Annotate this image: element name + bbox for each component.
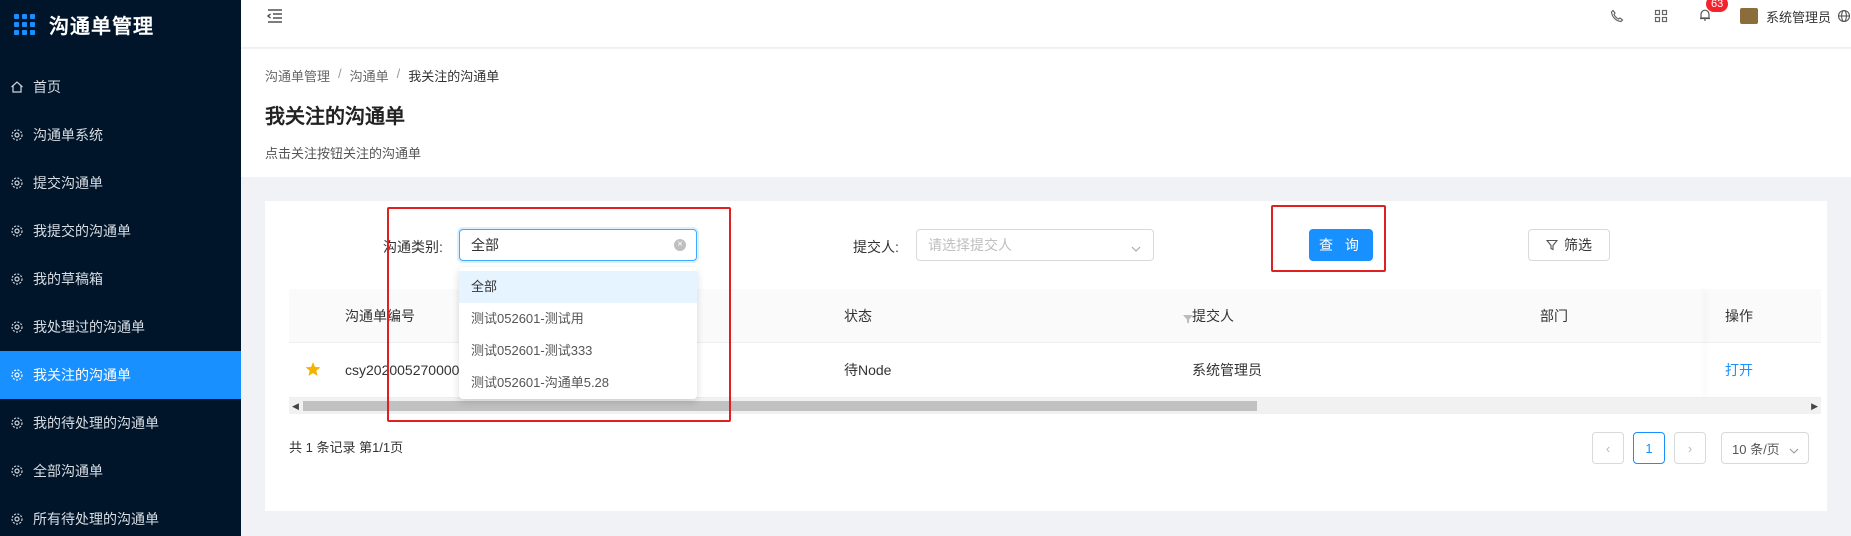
gear-icon [10, 272, 24, 286]
open-link[interactable]: 打开 [1725, 360, 1753, 380]
user-name[interactable]: 系统管理员 [1766, 7, 1831, 26]
gear-icon [10, 512, 24, 526]
breadcrumb-item[interactable]: 沟通单 [350, 66, 389, 85]
chevron-left-icon: ‹ [1605, 440, 1611, 456]
submitter-label: 提交人: [853, 239, 899, 255]
page-size-select[interactable]: 10 条/页 [1721, 432, 1809, 464]
app-title: 沟通单管理 [49, 15, 154, 38]
sidebar: 沟通单管理 首页 沟通单系统 提交沟通单 我提交的沟通单 我的草稿箱 我处理过的… [0, 0, 241, 536]
horizontal-scrollbar[interactable]: ◀ ▶ [289, 398, 1821, 414]
apps-grid-icon [14, 13, 35, 35]
page-size-value: 10 条/页 [1732, 441, 1780, 457]
dropdown-option[interactable]: 测试052601-沟通单5.28 [459, 367, 697, 399]
breadcrumb-separator: / [338, 66, 342, 81]
header-actions: 63 系统管理员 [1610, 0, 1851, 32]
sidebar-item-label: 沟通单系统 [33, 127, 103, 143]
chevron-down-icon [1789, 444, 1799, 454]
sidebar-menu: 首页 沟通单系统 提交沟通单 我提交的沟通单 我的草稿箱 我处理过的沟通单 我关… [0, 63, 241, 536]
sidebar-item-all[interactable]: 全部沟通单 [0, 447, 241, 495]
dropdown-option[interactable]: 测试052601-测试用 [459, 303, 697, 335]
sidebar-item-label: 我的草稿箱 [33, 271, 103, 287]
chevron-right-icon: › [1687, 440, 1693, 456]
notification-bell[interactable]: 63 [1698, 0, 1729, 25]
top-header: 63 系统管理员 [241, 0, 1851, 48]
breadcrumb-item[interactable]: 沟通单管理 [265, 66, 330, 85]
sidebar-item-label: 提交沟通单 [33, 175, 103, 191]
gear-icon [10, 224, 24, 238]
sidebar-item-home[interactable]: 首页 [0, 63, 241, 111]
page-title: 我关注的沟通单 [265, 106, 405, 128]
phone-icon[interactable] [1610, 9, 1624, 23]
page-header: 沟通单管理 / 沟通单 / 我关注的沟通单 我关注的沟通单 点击关注按钮关注的沟… [241, 49, 1851, 177]
chevron-down-icon [1131, 241, 1141, 252]
sidebar-item-drafts[interactable]: 我的草稿箱 [0, 255, 241, 303]
sidebar-item-submit[interactable]: 提交沟通单 [0, 159, 241, 207]
dropdown-option[interactable]: 全部 [459, 271, 697, 303]
sidebar-item-processed[interactable]: 我处理过的沟通单 [0, 303, 241, 351]
filter-icon [1546, 239, 1558, 251]
scroll-right-arrow-icon[interactable]: ▶ [1811, 401, 1818, 412]
submitter-select[interactable]: 请选择提交人 [916, 229, 1154, 261]
next-page-button[interactable]: › [1674, 432, 1706, 464]
gear-icon [10, 416, 24, 430]
filter-button-label: 筛选 [1564, 237, 1592, 253]
globe-icon[interactable] [1837, 9, 1851, 23]
grid-icon[interactable] [1654, 9, 1668, 23]
column-header-status: 状态 [844, 307, 872, 324]
column-header-id: 沟通单编号 [345, 307, 415, 324]
sidebar-item-all-pending[interactable]: 所有待处理的沟通单 [0, 495, 241, 536]
category-select-value: 全部 [471, 237, 499, 253]
sidebar-item-label: 我的待处理的沟通单 [33, 415, 159, 431]
sidebar-item-label: 首页 [33, 79, 61, 95]
sidebar-item-followed[interactable]: 我关注的沟通单 [0, 351, 241, 399]
breadcrumb-separator: / [396, 66, 401, 81]
category-dropdown: 全部 测试052601-测试用 测试052601-测试333 测试052601-… [459, 267, 697, 399]
star-icon[interactable] [305, 361, 321, 380]
column-header-department: 部门 [1540, 307, 1568, 324]
sidebar-item-label: 我处理过的沟通单 [33, 319, 145, 335]
gear-icon [10, 128, 24, 142]
row-submitter: 系统管理员 [1192, 362, 1262, 378]
submitter-placeholder: 请选择提交人 [928, 237, 1012, 253]
scrollbar-thumb[interactable] [303, 401, 1257, 411]
clear-icon[interactable]: × [674, 239, 686, 251]
sidebar-item-label: 所有待处理的沟通单 [33, 511, 159, 527]
user-avatar[interactable] [1739, 8, 1758, 24]
record-summary: 共 1 条记录 第1/1页 [289, 440, 404, 455]
gear-icon [10, 176, 24, 190]
breadcrumb-current: 我关注的沟通单 [408, 69, 500, 84]
breadcrumb: 沟通单管理 / 沟通单 / 我关注的沟通单 [265, 66, 499, 85]
sidebar-item-system[interactable]: 沟通单系统 [0, 111, 241, 159]
dropdown-option[interactable]: 测试052601-测试333 [459, 335, 697, 367]
app-logo[interactable]: 沟通单管理 [0, 0, 241, 48]
row-status: 待Node [844, 362, 892, 378]
gear-icon [10, 464, 24, 478]
category-select[interactable]: 全部 × [459, 229, 697, 261]
page-description: 点击关注按钮关注的沟通单 [265, 146, 422, 161]
page-number-button[interactable]: 1 [1633, 432, 1665, 464]
sidebar-item-label: 全部沟通单 [33, 463, 103, 479]
filter-button[interactable]: 筛选 [1528, 229, 1610, 261]
notification-count-badge: 63 [1705, 0, 1729, 12]
gear-icon [10, 320, 24, 334]
sidebar-item-label: 我关注的沟通单 [33, 367, 131, 383]
scroll-left-arrow-icon[interactable]: ◀ [292, 401, 299, 412]
sidebar-item-my-submitted[interactable]: 我提交的沟通单 [0, 207, 241, 255]
sidebar-item-label: 我提交的沟通单 [33, 223, 131, 239]
row-id: csy2020052700002 [345, 362, 468, 378]
category-label: 沟通类别: [383, 239, 443, 255]
prev-page-button[interactable]: ‹ [1592, 432, 1624, 464]
query-button[interactable]: 查 询 [1309, 229, 1373, 261]
sidebar-item-my-pending[interactable]: 我的待处理的沟通单 [0, 399, 241, 447]
column-header-submitter: 提交人 [1192, 307, 1234, 324]
home-icon [10, 80, 24, 94]
column-header-action: 操作 [1725, 307, 1753, 324]
menu-fold-icon[interactable] [265, 6, 285, 26]
gear-icon [10, 368, 24, 382]
